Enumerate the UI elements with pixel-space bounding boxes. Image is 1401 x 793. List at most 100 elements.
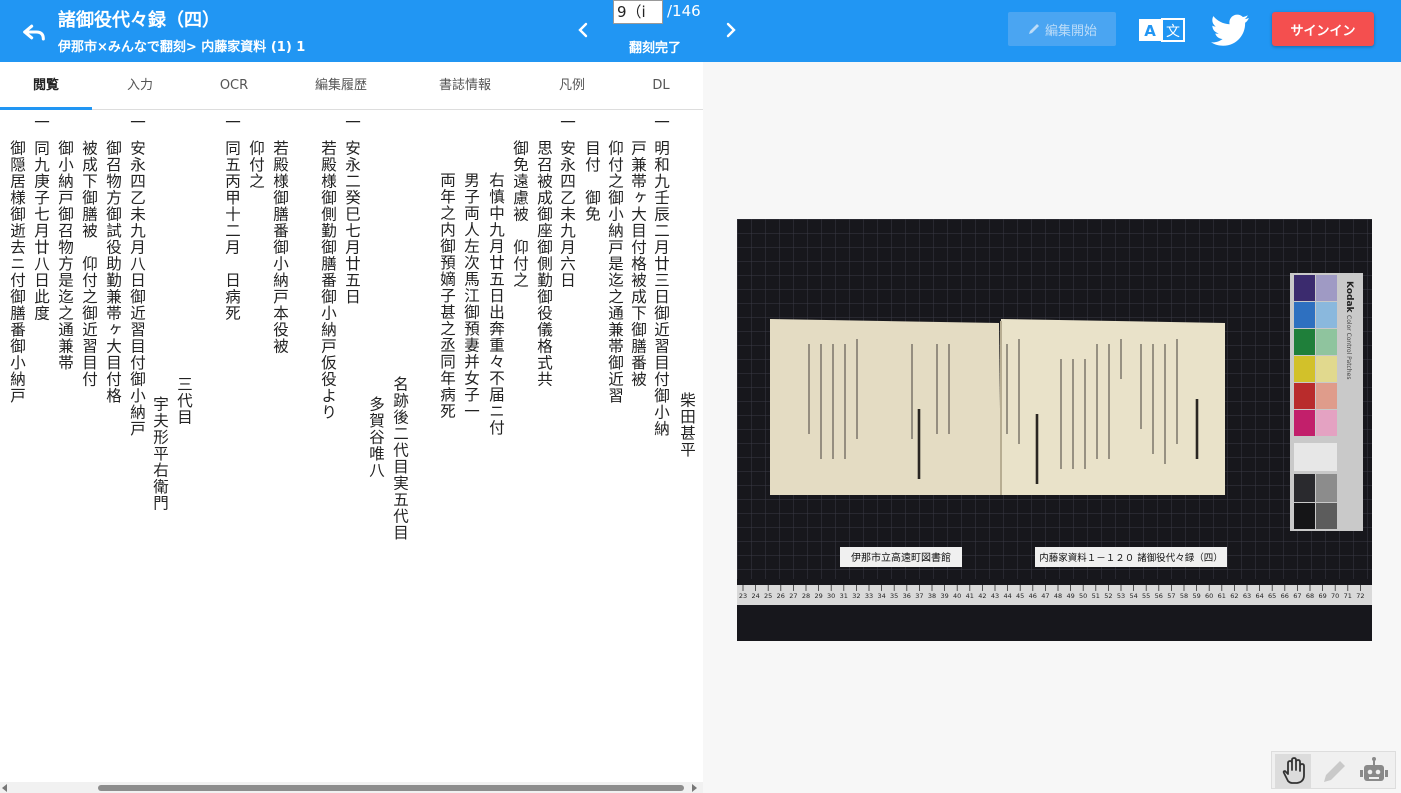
scroll-right-icon[interactable] (692, 784, 697, 792)
ruler-number: 38 (928, 592, 936, 600)
tab-legend[interactable]: 凡例 (530, 62, 614, 110)
ruler-number: 43 (991, 592, 999, 600)
ruler-number: 41 (966, 592, 974, 600)
text-column: 戸兼帯ヶ大目付格被成下御膳番被 (629, 140, 647, 388)
robot-icon (1360, 757, 1388, 781)
text-column: 明和九壬辰二月廿三日御近習目付御小納 (652, 140, 670, 437)
ruler-number: 54 (1129, 592, 1137, 600)
ruler-number: 72 (1356, 592, 1364, 600)
ruler-number: 51 (1092, 592, 1100, 600)
tab-view[interactable]: 閲覧 (0, 62, 92, 110)
ruler-number: 55 (1142, 592, 1150, 600)
ruler-number: 52 (1104, 592, 1112, 600)
ruler-number: 33 (865, 592, 873, 600)
color-chart-name: Color Control Patches (1345, 315, 1352, 379)
text-column: 思召被成御座御側勤御役儀格式共 (535, 140, 553, 388)
hand-icon (1282, 757, 1305, 784)
text-column: 一 (32, 114, 50, 131)
ruler-number: 59 (1192, 592, 1200, 600)
ruler-number: 34 (877, 592, 885, 600)
text-column: 一 (343, 114, 361, 131)
open-book (770, 319, 1225, 495)
viewer-toolbar (1271, 751, 1396, 789)
page-select[interactable]: 9（i (613, 0, 663, 24)
signature-note: 三代目 (175, 376, 193, 426)
ruler-number: 31 (840, 592, 848, 600)
text-column: 仰付之御小納戸是迄之通兼帯御近習 (606, 140, 624, 404)
back-arrow-icon[interactable] (20, 18, 48, 46)
scroll-left-icon[interactable] (2, 784, 7, 792)
edit-start-label: 編集開始 (1044, 23, 1097, 39)
ruler-number: 60 (1205, 592, 1213, 600)
tab-input[interactable]: 入力 (94, 62, 186, 110)
robot-tool-button[interactable] (1356, 754, 1392, 788)
page-total: /146 (667, 2, 701, 20)
ruler-number: 24 (751, 592, 759, 600)
text-column: 安永二癸巳七月廿五日 (343, 140, 361, 305)
ruler-number: 44 (1003, 592, 1011, 600)
ruler-number: 28 (802, 592, 810, 600)
ruler-number: 62 (1230, 592, 1238, 600)
text-column: 若殿様御膳番御小納戸本役被 (271, 140, 289, 355)
scrollbar-thumb[interactable] (98, 785, 684, 791)
text-column: 仰付之 (247, 140, 265, 190)
text-column: 男子両人左次馬江御預妻并女子一 (462, 172, 480, 420)
ruler-number: 68 (1306, 592, 1314, 600)
text-column: 目付 御免 (583, 140, 601, 223)
status-label: 翻刻完了 (629, 41, 682, 56)
ruler-number: 67 (1293, 592, 1301, 600)
signature-name: 宇夫形平右衛門 (151, 396, 169, 512)
page-title: 諸御役代々録（四） (58, 10, 220, 31)
translate-glyph-b: 文 (1166, 24, 1180, 40)
tab-edit-history[interactable]: 編集履歴 (290, 62, 392, 110)
signature-name: 多賀谷唯八 (367, 396, 385, 479)
text-column: 一 (128, 114, 146, 131)
text-column: 御隠居様御逝去ニ付御膳番御小納戸 (8, 140, 26, 404)
chevron-left-icon[interactable] (572, 18, 594, 42)
ruler-number: 46 (1029, 592, 1037, 600)
edit-start-button[interactable]: 編集開始 (1008, 12, 1116, 46)
pen-tool-button[interactable] (1316, 754, 1352, 788)
breadcrumb[interactable]: 伊那市×みんなで翻刻> 内藤家資料 (1) 1 (58, 36, 305, 55)
ruler-number: 47 (1041, 592, 1049, 600)
ruler-number: 64 (1255, 592, 1263, 600)
ruler-number: 61 (1218, 592, 1226, 600)
ruler-number: 57 (1167, 592, 1175, 600)
tab-bibliography[interactable]: 書誌情報 (414, 62, 516, 110)
tab-ocr[interactable]: OCR (188, 62, 280, 110)
tab-indicator (0, 107, 92, 110)
ruler-number: 50 (1079, 592, 1087, 600)
chevron-right-icon[interactable] (720, 18, 742, 42)
image-viewer[interactable]: Kodak Color Control Patches 伊那市立高遠町図書館 内… (737, 219, 1372, 641)
horizontal-scrollbar[interactable] (0, 782, 703, 793)
ruler-number: 23 (739, 592, 747, 600)
translate-glyph-a: A (1144, 22, 1156, 40)
tab-bar: 閲覧 入力 OCR 編集履歴 書誌情報 凡例 DL (0, 62, 703, 110)
measuring-ruler: 23 24 25 26 27 28 29 30 31 32 33 34 35 36 37 38 39 40 41 42… (737, 585, 1372, 605)
twitter-icon[interactable] (1210, 12, 1250, 48)
tab-download[interactable]: DL (626, 62, 696, 110)
ruler-number: 65 (1268, 592, 1276, 600)
signin-button[interactable]: サインイン (1272, 12, 1374, 46)
text-column: 一 (558, 114, 576, 131)
translate-icon[interactable]: A 文 (1138, 16, 1186, 44)
text-column: 安永四乙未九月八日御近習目付御小納戸 (128, 140, 146, 437)
text-column: 両年之内御預嫡子甚之丞同年病死 (438, 172, 456, 420)
text-column: 同五丙甲十二月 日病死 (223, 140, 241, 322)
text-column: 被成下御膳被 仰付之御近習目付 (80, 140, 98, 388)
hand-tool-button[interactable] (1275, 754, 1311, 788)
app-header: 諸御役代々録（四） 伊那市×みんなで翻刻> 内藤家資料 (1) 1 9（i /1… (0, 0, 1401, 62)
pencil-icon (1324, 761, 1345, 782)
ruler-number: 71 (1344, 592, 1352, 600)
text-column: 同九庚子七月廿八日此度 (32, 140, 50, 322)
ruler-number: 25 (764, 592, 772, 600)
ruler-number: 45 (1016, 592, 1024, 600)
ruler-number: 36 (903, 592, 911, 600)
ruler-number: 58 (1180, 592, 1188, 600)
ruler-number: 49 (1066, 592, 1074, 600)
text-column: 一 (652, 114, 670, 131)
scanned-page-image: Kodak Color Control Patches 伊那市立高遠町図書館 内… (737, 219, 1372, 641)
color-chart-brand: Kodak (1344, 281, 1354, 314)
color-chart: Kodak Color Control Patches (1290, 273, 1363, 531)
text-column: 安永四乙未九月六日 (558, 140, 576, 289)
